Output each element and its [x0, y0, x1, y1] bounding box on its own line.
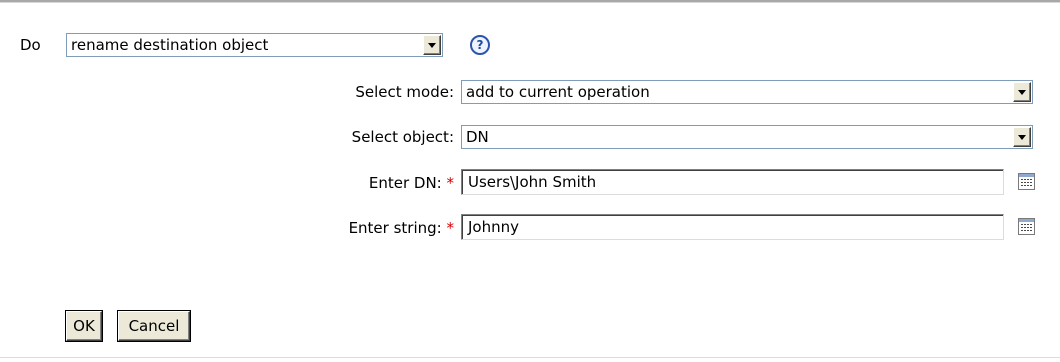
- action-select[interactable]: rename destination object: [66, 33, 443, 57]
- enter-string-value: Johnny: [468, 218, 519, 236]
- chevron-down-icon: [1018, 135, 1026, 140]
- chevron-down-icon: [428, 43, 436, 48]
- bottom-divider: [0, 357, 1060, 358]
- cancel-button[interactable]: Cancel: [118, 311, 190, 341]
- enter-dn-value: Users\John Smith: [468, 173, 597, 191]
- top-divider-highlight: [0, 2, 1060, 3]
- chevron-down-icon: [1018, 90, 1026, 95]
- select-object-label: Select object:: [351, 128, 454, 146]
- select-mode-value: add to current operation: [466, 83, 650, 101]
- help-icon[interactable]: ?: [470, 35, 490, 55]
- enter-dn-input[interactable]: Users\John Smith: [461, 169, 1004, 195]
- enter-string-label: Enter string: *: [300, 218, 454, 238]
- enter-string-input[interactable]: Johnny: [461, 214, 1004, 240]
- enter-dn-label: Enter DN: *: [300, 173, 454, 193]
- enter-string-label-text: Enter string:: [348, 219, 442, 237]
- enter-dn-label-text: Enter DN:: [368, 174, 442, 192]
- argument-builder-icon[interactable]: [1018, 173, 1035, 190]
- select-mode-dropdown-button[interactable]: [1013, 82, 1031, 102]
- select-object-dropdown[interactable]: DN: [461, 125, 1033, 149]
- required-marker: *: [446, 174, 455, 192]
- select-object-value: DN: [466, 128, 489, 146]
- action-dropdown-button[interactable]: [423, 35, 441, 55]
- select-mode-label: Select mode:: [355, 83, 454, 101]
- select-mode-dropdown[interactable]: add to current operation: [461, 80, 1033, 104]
- ok-button[interactable]: OK: [66, 311, 102, 341]
- argument-builder-icon[interactable]: [1018, 218, 1035, 235]
- action-select-value: rename destination object: [71, 36, 269, 54]
- do-label: Do: [20, 36, 41, 54]
- rename-object-dialog: Do rename destination object ? Select mo…: [0, 0, 1060, 362]
- select-object-dropdown-button[interactable]: [1013, 127, 1031, 147]
- required-marker: *: [446, 219, 455, 237]
